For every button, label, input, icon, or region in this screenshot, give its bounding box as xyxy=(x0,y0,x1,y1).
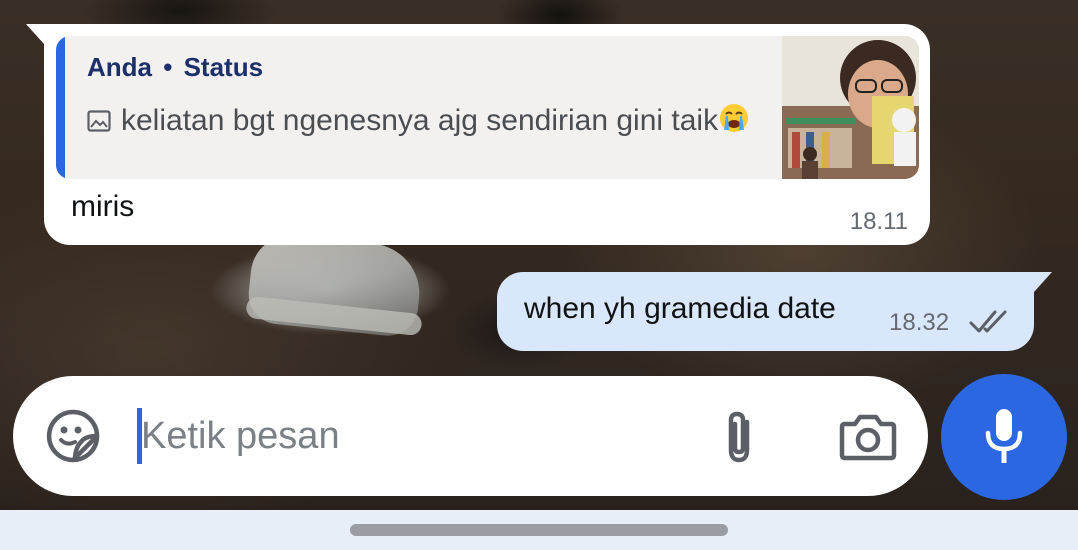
status-thumbnail-image xyxy=(782,36,919,179)
quote-separator: • xyxy=(163,52,173,82)
message-composer xyxy=(13,376,928,496)
camera-button[interactable] xyxy=(839,412,897,462)
quote-header: Anda • Status xyxy=(87,52,263,83)
quote-context: Status xyxy=(183,52,264,82)
quote-sender-name: Anda xyxy=(87,52,152,82)
quote-accent-bar xyxy=(56,36,65,179)
message-timestamp: 18.32 xyxy=(889,309,950,336)
message-timestamp: 18.11 xyxy=(849,208,908,235)
quote-body: keliatan bgt ngenesnya ajg sendirian gin… xyxy=(87,100,787,142)
sticker-icon xyxy=(46,409,100,463)
attach-button[interactable] xyxy=(717,408,761,466)
message-text: miris xyxy=(71,190,135,223)
status-thumbnail[interactable] xyxy=(782,36,919,179)
system-navigation-bar xyxy=(0,510,1078,550)
voice-message-button[interactable] xyxy=(941,374,1067,500)
double-check-icon xyxy=(969,310,1007,333)
sticker-button[interactable] xyxy=(45,408,101,464)
gesture-handle[interactable] xyxy=(350,524,728,536)
image-icon xyxy=(87,110,111,132)
microphone-icon xyxy=(985,409,1023,463)
camera-icon xyxy=(839,414,897,461)
quoted-status-reply[interactable]: Anda • Status keliatan bgt ngenesnya ajg… xyxy=(56,36,919,179)
message-text: when yh gramedia date xyxy=(524,292,836,325)
incoming-message-bubble[interactable]: Anda • Status keliatan bgt ngenesnya ajg… xyxy=(26,24,930,245)
paperclip-icon xyxy=(728,411,750,463)
outgoing-message-bubble[interactable]: when yh gramedia date 18.32 xyxy=(497,272,1052,351)
crying-face-emoji xyxy=(720,104,749,132)
quote-text: keliatan bgt ngenesnya ajg sendirian gin… xyxy=(121,104,719,137)
message-input[interactable] xyxy=(141,400,681,472)
